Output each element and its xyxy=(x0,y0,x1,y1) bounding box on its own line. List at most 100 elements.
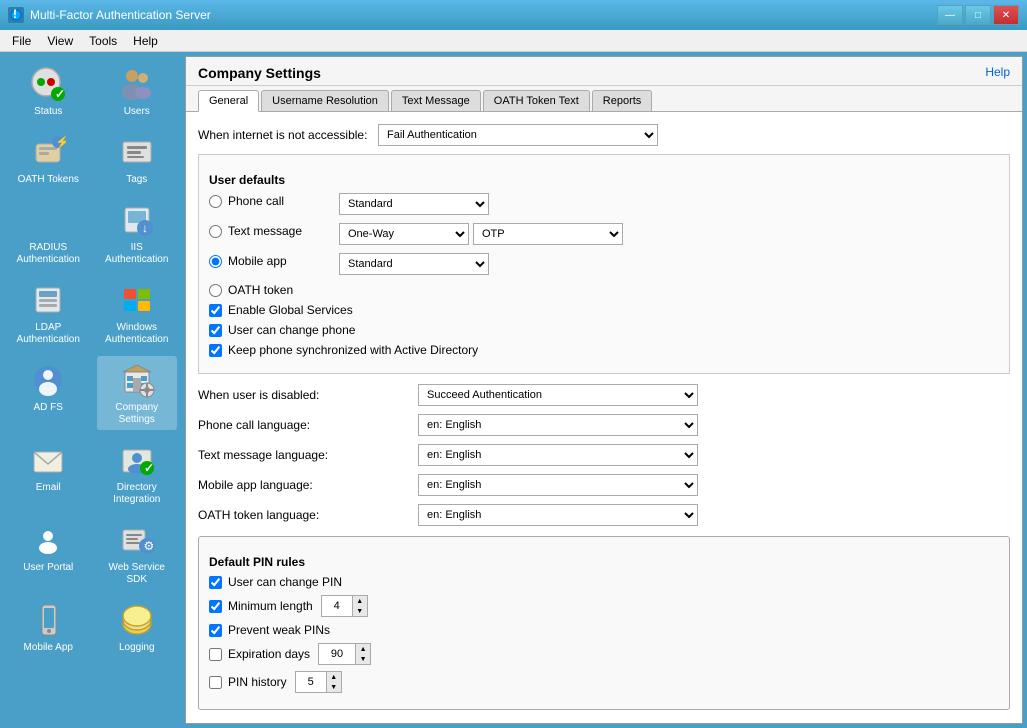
email-icon xyxy=(28,440,68,480)
min-length-input[interactable] xyxy=(322,596,352,616)
sidebar-item-radius[interactable]: RADIUS Authentication xyxy=(8,196,88,270)
title-bar: ! Multi-Factor Authentication Server — □… xyxy=(0,0,1027,30)
window-title: Multi-Factor Authentication Server xyxy=(30,8,211,22)
page-title: Company Settings xyxy=(198,65,321,81)
min-length-checkbox[interactable] xyxy=(209,600,222,613)
close-button[interactable]: ✕ xyxy=(993,5,1019,25)
mobile-lang-select[interactable]: en: English fr: French xyxy=(418,474,698,496)
prevent-weak-checkbox[interactable] xyxy=(209,624,222,637)
pin-history-checkbox[interactable] xyxy=(209,676,222,689)
sidebar-item-userportal[interactable]: User Portal xyxy=(8,516,88,590)
expiration-decrement[interactable]: ▼ xyxy=(356,654,370,664)
maximize-button[interactable]: □ xyxy=(965,5,991,25)
sidebar-item-email[interactable]: Email xyxy=(8,436,88,510)
text-message-type-select[interactable]: One-Way Two-Way xyxy=(339,223,469,245)
enable-global-checkbox[interactable] xyxy=(209,304,222,317)
pin-history-increment[interactable]: ▲ xyxy=(327,672,341,682)
user-change-pin-checkbox[interactable] xyxy=(209,576,222,589)
text-message-label: Text message xyxy=(228,224,302,238)
text-message-otp-select[interactable]: OTP PIN xyxy=(473,223,623,245)
tab-oath-token-text[interactable]: OATH Token Text xyxy=(483,90,590,111)
min-length-row: Minimum length ▲ ▼ xyxy=(209,595,999,617)
oath-lang-select[interactable]: en: English fr: French xyxy=(418,504,698,526)
expiration-spinner: ▲ ▼ xyxy=(318,643,371,665)
pin-rules-section: Default PIN rules User can change PIN Mi… xyxy=(198,536,1010,710)
content-header: Company Settings Help xyxy=(186,57,1022,86)
internet-select[interactable]: Fail Authentication Succeed Authenticati… xyxy=(378,124,658,146)
tab-reports[interactable]: Reports xyxy=(592,90,653,111)
mobile-lang-row: Mobile app language: en: English fr: Fre… xyxy=(198,474,1010,496)
sidebar-row-5: AD FS xyxy=(4,356,181,430)
user-change-phone-row: User can change phone xyxy=(209,323,999,337)
oath-token-row: OATH token xyxy=(209,283,999,297)
menu-file[interactable]: File xyxy=(4,32,39,50)
min-length-increment[interactable]: ▲ xyxy=(353,596,367,606)
content-body: When internet is not accessible: Fail Au… xyxy=(186,112,1022,723)
sidebar-item-adfs-label: AD FS xyxy=(34,402,63,414)
sidebar-item-logging[interactable]: Logging xyxy=(97,596,177,658)
sidebar-item-webservice[interactable]: ⚙ Web Service SDK xyxy=(97,516,177,590)
min-length-decrement[interactable]: ▼ xyxy=(353,606,367,616)
phone-lang-select[interactable]: en: English fr: French xyxy=(418,414,698,436)
sidebar-item-adfs[interactable]: AD FS xyxy=(8,356,88,430)
oath-token-label: OATH token xyxy=(228,283,293,297)
sidebar-row-2: ⚡ OATH Tokens Tags xyxy=(4,128,181,190)
menu-help[interactable]: Help xyxy=(125,32,166,50)
keep-phone-synced-checkbox[interactable] xyxy=(209,344,222,357)
text-lang-select[interactable]: en: English fr: French xyxy=(418,444,698,466)
pin-history-spinner: ▲ ▼ xyxy=(295,671,342,693)
svg-text:✓: ✓ xyxy=(55,87,65,101)
expiration-increment[interactable]: ▲ xyxy=(356,644,370,654)
sidebar-item-status[interactable]: ✓ Status xyxy=(8,60,88,122)
expiration-input[interactable] xyxy=(319,644,355,664)
tab-username-resolution[interactable]: Username Resolution xyxy=(261,90,389,111)
expiration-checkbox[interactable] xyxy=(209,648,222,661)
pin-history-decrement[interactable]: ▼ xyxy=(327,682,341,692)
sidebar-item-ldap[interactable]: LDAP Authentication xyxy=(8,276,88,350)
pin-rules-label: Default PIN rules xyxy=(209,555,999,569)
help-link[interactable]: Help xyxy=(985,65,1010,79)
sidebar-item-directory[interactable]: ✓ Directory Integration xyxy=(97,436,177,510)
pin-history-row: PIN history ▲ ▼ xyxy=(209,671,999,693)
menu-view[interactable]: View xyxy=(39,32,81,50)
svg-text:!: ! xyxy=(13,9,17,21)
sidebar-item-tags[interactable]: Tags xyxy=(97,128,177,190)
when-disabled-select[interactable]: Succeed Authentication Fail Authenticati… xyxy=(418,384,698,406)
sidebar-row-6: Email ✓ Directory Integration xyxy=(4,436,181,510)
sidebar-item-iis[interactable]: ↓ IIS Authentication xyxy=(97,196,177,270)
oath-token-radio[interactable] xyxy=(209,284,222,297)
sidebar-item-company[interactable]: Company Settings xyxy=(97,356,177,430)
menu-bar: File View Tools Help xyxy=(0,30,1027,52)
sidebar-item-windows[interactable]: Windows Authentication xyxy=(97,276,177,350)
sidebar-item-radius-label: RADIUS Authentication xyxy=(10,242,86,266)
mobile-app-radio[interactable] xyxy=(209,255,222,268)
text-message-radio[interactable] xyxy=(209,225,222,238)
status-icon: ✓ xyxy=(28,64,68,104)
sidebar-item-ldap-label: LDAP Authentication xyxy=(10,322,86,346)
pin-history-label: PIN history xyxy=(228,675,287,689)
menu-tools[interactable]: Tools xyxy=(81,32,125,50)
company-icon xyxy=(117,360,157,400)
sidebar-item-mobileapp[interactable]: Mobile App xyxy=(8,596,88,658)
user-change-phone-checkbox[interactable] xyxy=(209,324,222,337)
sidebar-item-users[interactable]: Users xyxy=(97,60,177,122)
oath-lang-label: OATH token language: xyxy=(198,508,418,522)
mobile-app-radio-group: Mobile app xyxy=(209,254,339,268)
sidebar: ✓ Status Users xyxy=(0,52,185,728)
minimize-button[interactable]: — xyxy=(937,5,963,25)
content-area: Company Settings Help General Username R… xyxy=(185,56,1023,724)
sidebar-item-webservice-label: Web Service SDK xyxy=(99,562,175,586)
tab-general[interactable]: General xyxy=(198,90,259,112)
phone-call-label: Phone call xyxy=(228,194,284,208)
pin-history-input[interactable] xyxy=(296,672,326,692)
sidebar-item-oath-tokens[interactable]: ⚡ OATH Tokens xyxy=(8,128,88,190)
phone-call-radio[interactable] xyxy=(209,195,222,208)
tab-text-message[interactable]: Text Message xyxy=(391,90,481,111)
webservice-icon: ⚙ xyxy=(117,520,157,560)
mobile-app-select[interactable]: Standard Custom xyxy=(339,253,489,275)
prevent-weak-row: Prevent weak PINs xyxy=(209,623,999,637)
sidebar-item-userportal-label: User Portal xyxy=(23,562,73,574)
expiration-row: Expiration days ▲ ▼ xyxy=(209,643,999,665)
phone-call-select[interactable]: Standard Custom xyxy=(339,193,489,215)
when-disabled-label: When user is disabled: xyxy=(198,388,418,402)
